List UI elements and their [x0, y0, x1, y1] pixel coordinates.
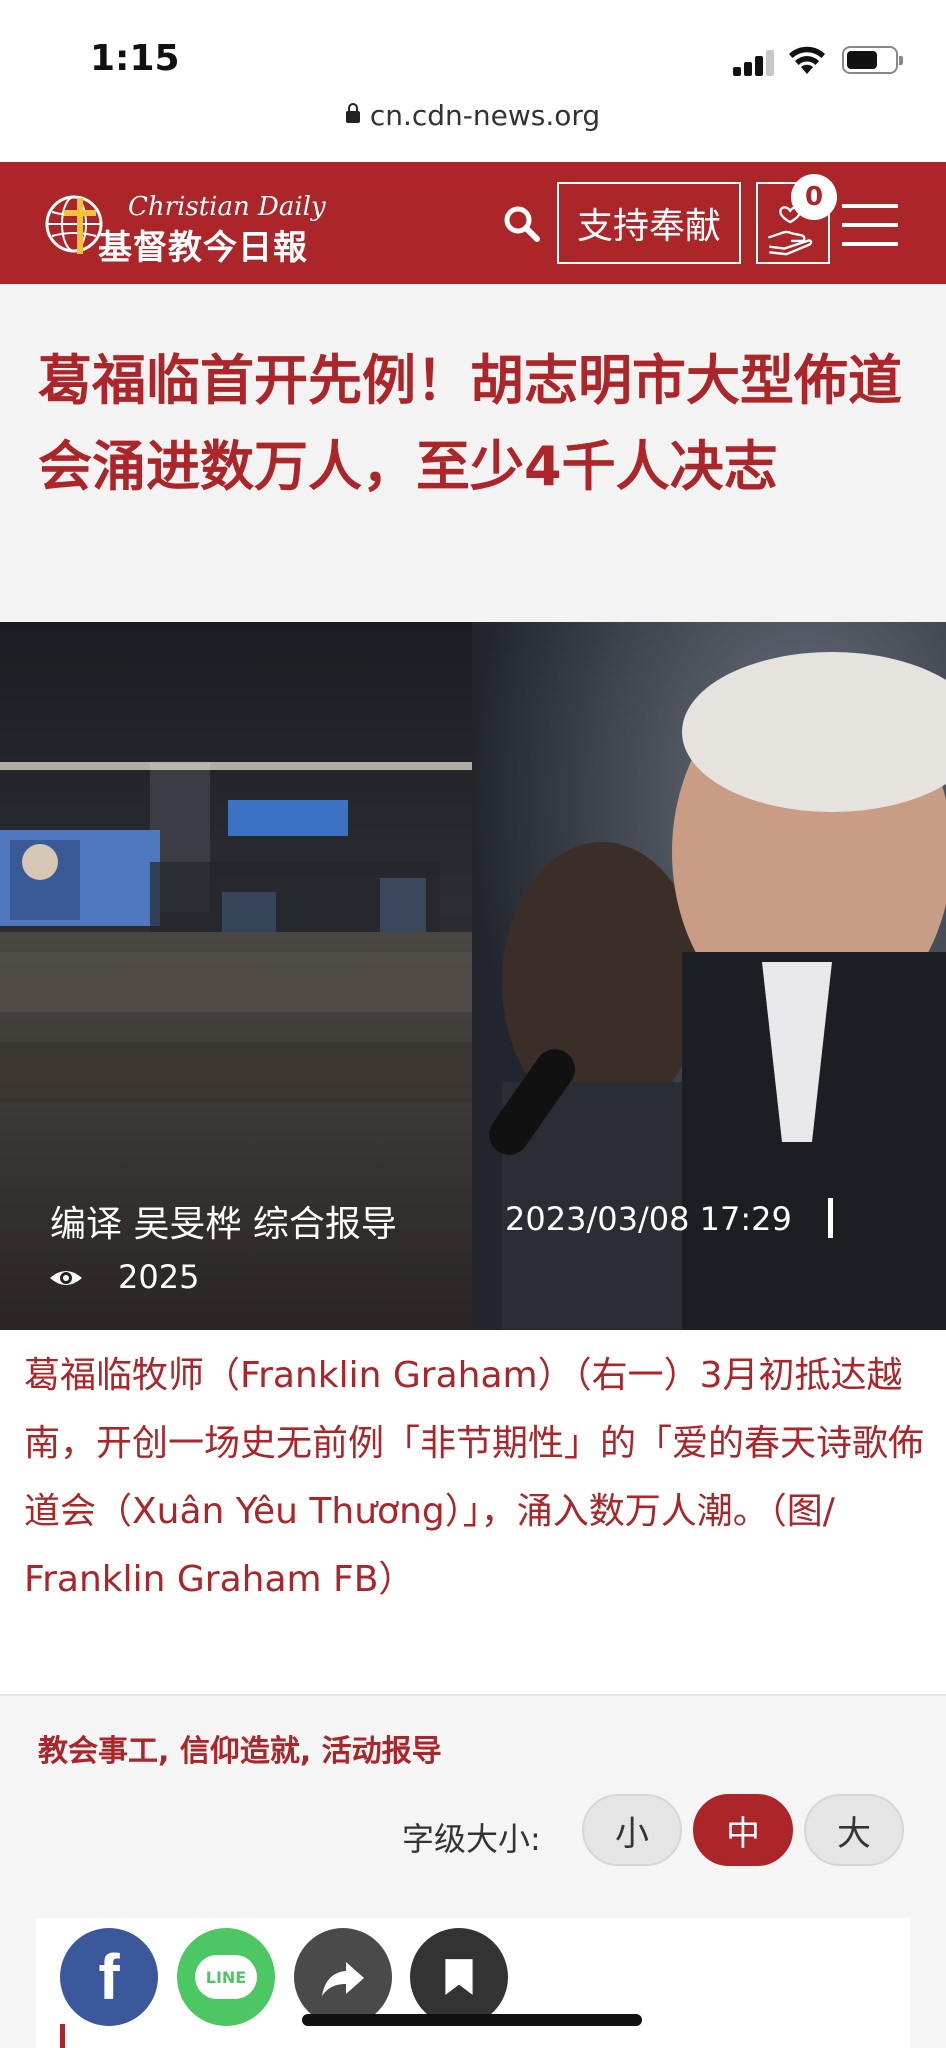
meta-divider: [828, 1198, 833, 1238]
globe-cross-icon: [45, 195, 103, 254]
article-author: 编译 吴旻桦 综合报导: [50, 1204, 397, 1245]
view-count: 2025: [118, 1258, 200, 1296]
facebook-share-button[interactable]: f: [60, 1928, 158, 2026]
home-indicator[interactable]: [302, 2014, 642, 2026]
font-size-small-button[interactable]: 小: [582, 1794, 682, 1866]
facebook-icon: f: [98, 1941, 120, 2013]
address-bar[interactable]: cn.cdn-news.org: [0, 96, 946, 162]
search-icon[interactable]: [502, 204, 542, 244]
line-share-button[interactable]: LINE: [177, 1928, 275, 2026]
url-text: cn.cdn-news.org: [369, 99, 601, 132]
line-icon: LINE: [195, 1955, 257, 1999]
eye-icon: [50, 1271, 82, 1285]
site-logo[interactable]: Christian Daily 基督教今日報: [44, 186, 326, 268]
status-bar: 1:15: [0, 0, 946, 100]
font-size-large-button[interactable]: 大: [804, 1794, 904, 1866]
title-section: 葛福临首开先例！胡志明市大型佈道会涌进数万人，至少4千人决志: [0, 284, 946, 622]
bookmark-button[interactable]: [410, 1928, 508, 2026]
bookmark-icon: [445, 1959, 473, 1995]
article-title: 葛福临首开先例！胡志明市大型佈道会涌进数万人，至少4千人决志: [38, 349, 902, 498]
support-donate-button[interactable]: 支持奉献: [557, 182, 741, 264]
battery-icon: [842, 46, 903, 74]
signal-icon: [733, 50, 777, 76]
logo-chinese: 基督教今日報: [98, 228, 308, 268]
status-time: 1:15: [90, 38, 180, 79]
forward-icon: [322, 1962, 364, 1996]
font-size-label: 字级大小:: [402, 1820, 541, 1858]
section-accent: [60, 2024, 65, 2048]
article-date: 2023/03/08 17:29: [505, 1200, 792, 1238]
category-links[interactable]: 教会事工, 信仰造就, 活动报导: [38, 1726, 442, 1770]
lock-icon: [345, 103, 360, 123]
donate-count-badge: 0: [791, 174, 837, 220]
image-caption: 葛福临牧师（Franklin Graham）（右一）3月初抵达越南，开创一场史无…: [24, 1355, 925, 1600]
wifi-icon: [789, 46, 825, 74]
font-size-medium-button[interactable]: 中: [693, 1794, 793, 1866]
logo-english: Christian Daily: [128, 192, 326, 222]
hamburger-menu-icon[interactable]: [842, 204, 898, 246]
forward-share-button[interactable]: [294, 1928, 392, 2026]
